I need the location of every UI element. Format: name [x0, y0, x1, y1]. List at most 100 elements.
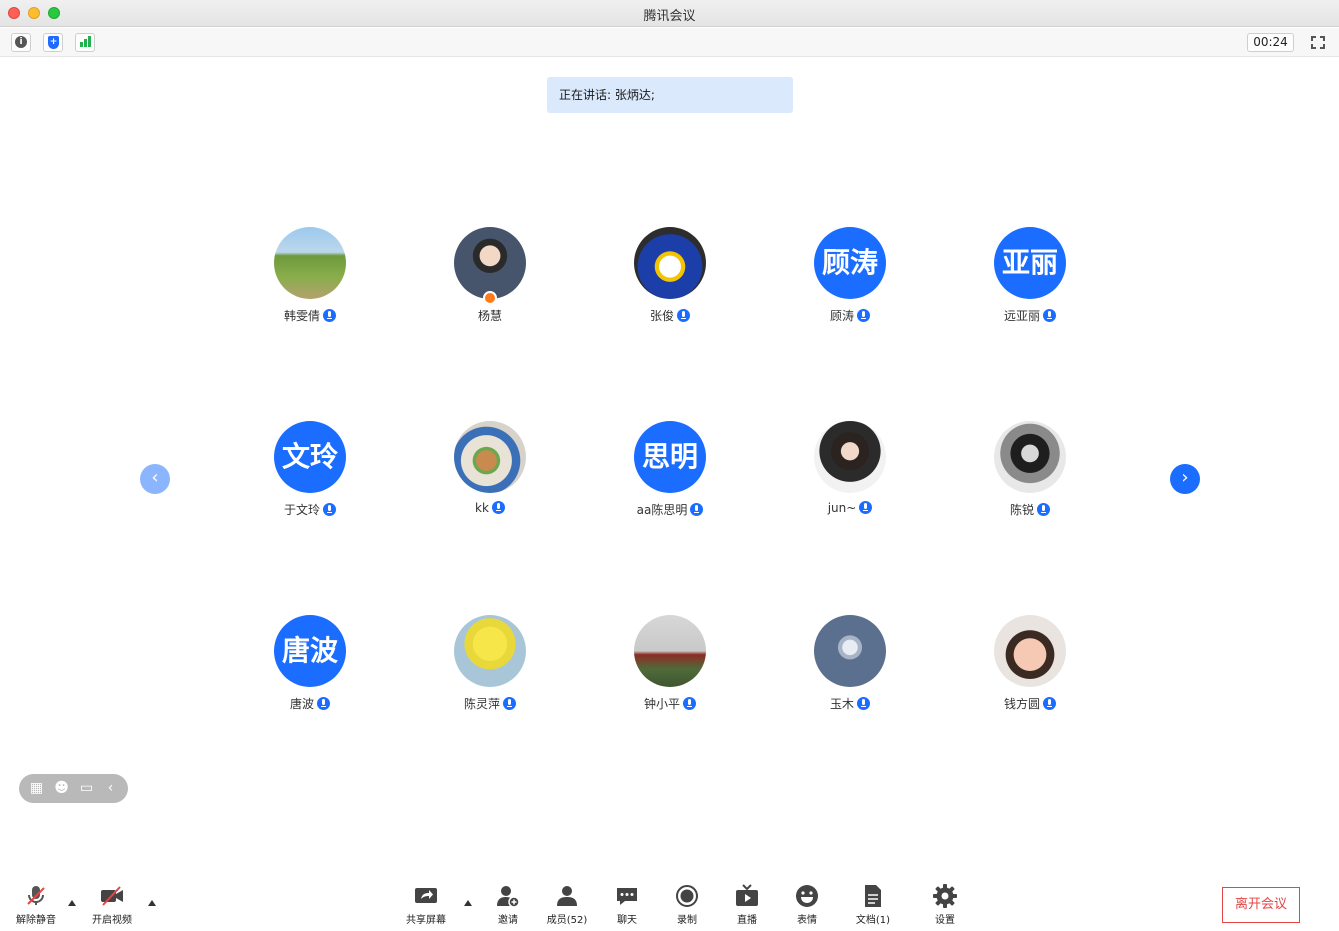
microphone-icon — [683, 697, 696, 710]
meeting-info-button[interactable]: i — [11, 33, 31, 52]
leave-meeting-button[interactable]: 离开会议 — [1222, 887, 1300, 923]
bottom-toolbar: 解除静音 开启视频 共享屏幕 邀请 成员(52) 聊天 录制 直播 表情 文档(… — [0, 870, 1339, 931]
share-options-caret[interactable] — [464, 900, 472, 906]
audio-options-caret[interactable] — [68, 900, 76, 906]
start-video-button[interactable]: 开启视频 — [82, 884, 142, 928]
record-icon — [676, 885, 698, 907]
security-button[interactable]: + — [43, 33, 63, 52]
next-page-button[interactable]: › — [1170, 464, 1200, 494]
microphone-icon — [1043, 309, 1056, 322]
settings-button[interactable]: 设置 — [915, 884, 975, 928]
document-icon — [865, 885, 881, 907]
participant-name: 钟小平 — [643, 697, 680, 711]
share-screen-icon — [415, 888, 437, 903]
avatar: 亚丽 — [994, 227, 1066, 299]
participant-name-row: 杨慧 — [420, 307, 560, 324]
avatar — [454, 227, 526, 299]
participant-tile[interactable]: 陈灵萍 — [420, 615, 560, 725]
participant-name: 陈锐 — [1009, 503, 1034, 517]
shield-icon: + — [48, 36, 59, 49]
previous-page-button[interactable]: ‹ — [140, 464, 170, 494]
participant-name-row: 钱方圆 — [960, 695, 1100, 712]
participant-tile[interactable]: 钱方圆 — [960, 615, 1100, 725]
participant-name-row: 陈灵萍 — [420, 695, 560, 712]
participant-name: 杨慧 — [477, 309, 502, 323]
documents-button[interactable]: 文档(1) — [843, 884, 903, 928]
collapse-chevron-icon[interactable]: ‹ — [101, 779, 120, 798]
participant-name-row: 玉木 — [780, 695, 920, 712]
participant-tile[interactable]: 唐波 唐波 — [240, 615, 380, 725]
participant-tile[interactable]: 张俊 — [600, 227, 740, 337]
participant-tile[interactable]: 钟小平 — [600, 615, 740, 725]
participant-tile[interactable]: 顾涛 顾涛 — [780, 227, 920, 337]
network-status-button[interactable] — [75, 33, 95, 52]
fullscreen-icon — [1311, 36, 1316, 41]
avatar — [814, 615, 886, 687]
participant-name: 顾涛 — [829, 309, 854, 323]
signal-bar-icon — [80, 42, 83, 47]
participant-name-row: 陈锐 — [960, 501, 1100, 518]
live-stream-icon — [736, 884, 758, 906]
participant-name: 远亚丽 — [1003, 309, 1040, 323]
fullscreen-icon — [1311, 44, 1316, 49]
microphone-icon — [323, 503, 336, 516]
emoji-button[interactable]: 表情 — [777, 884, 837, 928]
avatar — [814, 421, 886, 493]
participant-name-row: 顾涛 — [780, 307, 920, 324]
participant-tile[interactable]: 杨慧 — [420, 227, 560, 337]
participant-name: aa陈思明 — [636, 503, 688, 517]
avatar: 唐波 — [274, 615, 346, 687]
start-video-label: 开启视频 — [92, 915, 132, 926]
participant-name: 玉木 — [829, 697, 854, 711]
members-icon — [557, 886, 577, 906]
participant-tile[interactable]: jun~ — [780, 421, 920, 531]
participant-name-row: 于文玲 — [240, 501, 380, 518]
participant-tile[interactable]: 陈锐 — [960, 421, 1100, 531]
avatar — [994, 615, 1066, 687]
fullscreen-button[interactable] — [1308, 33, 1328, 52]
participant-name-row: 钟小平 — [600, 695, 740, 712]
participant-tile[interactable]: 玉木 — [780, 615, 920, 725]
microphone-icon — [1037, 503, 1050, 516]
video-off-icon — [101, 886, 123, 906]
unmute-label: 解除静音 — [16, 915, 56, 926]
info-toolbar: i + 00:24 — [0, 28, 1339, 57]
avatar: 思明 — [634, 421, 706, 493]
info-icon: i — [15, 36, 27, 48]
participant-name-row: aa陈思明 — [600, 501, 740, 518]
microphone-icon — [323, 309, 336, 322]
participant-tile[interactable]: 思明 aa陈思明 — [600, 421, 740, 531]
participant-name-row: 张俊 — [600, 307, 740, 324]
participant-name: 唐波 — [289, 697, 314, 711]
fullscreen-icon — [1320, 44, 1325, 49]
participant-tile[interactable]: kk — [420, 421, 560, 531]
avatar — [634, 615, 706, 687]
participant-tile[interactable]: 文玲 于文玲 — [240, 421, 380, 531]
video-options-caret[interactable] — [148, 900, 156, 906]
microphone-icon — [503, 697, 516, 710]
participant-tile[interactable]: 亚丽 远亚丽 — [960, 227, 1100, 337]
microphone-icon — [857, 309, 870, 322]
participant-name-row: jun~ — [780, 501, 920, 515]
speaking-banner: 正在讲话: 张炳达; — [547, 77, 793, 113]
participant-name: kk — [475, 501, 489, 515]
share-screen-label: 共享屏幕 — [406, 915, 446, 926]
signal-bar-icon — [88, 36, 91, 47]
layout-grid-icon[interactable]: ▦ — [27, 779, 46, 798]
participant-name: 张俊 — [649, 309, 674, 323]
emoji-icon[interactable]: ☻ — [52, 779, 71, 798]
participant-tile[interactable]: 韩雯倩 — [240, 227, 380, 337]
participant-name-row: kk — [420, 501, 560, 515]
unmute-button[interactable]: 解除静音 — [6, 884, 66, 928]
chat-bubble-icon[interactable]: ▭ — [77, 779, 96, 798]
microphone-icon — [317, 697, 330, 710]
share-screen-button[interactable]: 共享屏幕 — [396, 884, 456, 928]
documents-label: 文档(1) — [855, 915, 891, 926]
host-badge-icon — [483, 291, 497, 305]
gear-icon — [933, 884, 957, 908]
chat-icon — [617, 888, 637, 905]
settings-label: 设置 — [935, 915, 955, 926]
participant-name: jun~ — [827, 501, 857, 515]
microphone-icon — [1043, 697, 1056, 710]
microphone-icon — [491, 501, 505, 514]
